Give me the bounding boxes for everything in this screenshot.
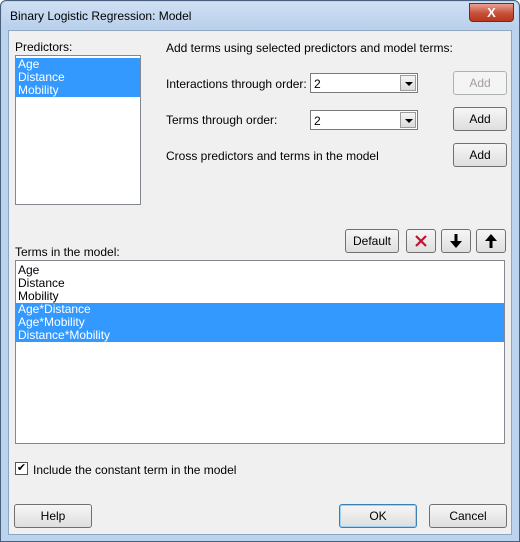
interactions-order-select[interactable]: 2 <box>310 73 418 93</box>
terms-order-label: Terms through order: <box>166 113 278 127</box>
default-button[interactable]: Default <box>345 229 399 253</box>
interactions-order-value: 2 <box>314 77 321 91</box>
add-terms-header: Add terms using selected predictors and … <box>166 41 453 55</box>
add-cross-button[interactable]: Add <box>453 143 507 167</box>
help-button[interactable]: Help <box>14 504 92 528</box>
predictor-item-mobility[interactable]: Mobility <box>16 84 140 97</box>
cancel-button[interactable]: Cancel <box>429 504 507 528</box>
term-item-age[interactable]: Age <box>16 264 504 277</box>
term-item-distance[interactable]: Distance <box>16 277 504 290</box>
ok-button[interactable]: OK <box>339 504 417 528</box>
predictors-label: Predictors: <box>15 40 73 54</box>
terms-order-value: 2 <box>314 114 321 128</box>
close-icon: X <box>487 5 496 20</box>
chevron-down-icon[interactable] <box>400 75 416 91</box>
term-item-age-distance[interactable]: Age*Distance <box>16 303 504 316</box>
interactions-label: Interactions through order: <box>166 77 307 91</box>
cross-label: Cross predictors and terms in the model <box>166 149 379 163</box>
terms-order-select[interactable]: 2 <box>310 110 418 130</box>
arrow-up-icon <box>485 234 497 248</box>
title-bar[interactable]: Binary Logistic Regression: Model X <box>2 2 518 29</box>
checkmark-icon: ✔ <box>16 462 27 474</box>
window-title: Binary Logistic Regression: Model <box>10 9 192 23</box>
terms-list[interactable]: Age Distance Mobility Age*Distance Age*M… <box>15 260 505 444</box>
dialog-window: Binary Logistic Regression: Model X Pred… <box>0 0 520 542</box>
predictors-list[interactable]: Age Distance Mobility <box>15 55 141 205</box>
move-up-button[interactable] <box>476 229 506 253</box>
constant-term-label: Include the constant term in the model <box>33 463 237 477</box>
terms-label: Terms in the model: <box>15 245 120 259</box>
arrow-down-icon <box>450 234 462 248</box>
constant-term-checkbox[interactable]: ✔ <box>15 462 28 475</box>
add-terms-order-button[interactable]: Add <box>453 107 507 131</box>
chevron-down-icon[interactable] <box>400 112 416 128</box>
close-button[interactable]: X <box>469 3 514 22</box>
move-down-button[interactable] <box>441 229 471 253</box>
dialog-client-area: Predictors: Age Distance Mobility Add te… <box>8 30 512 535</box>
delete-term-button[interactable] <box>406 229 436 253</box>
term-item-distance-mobility[interactable]: Distance*Mobility <box>16 329 504 342</box>
add-interactions-button[interactable]: Add <box>453 71 507 95</box>
delete-icon <box>415 235 427 247</box>
